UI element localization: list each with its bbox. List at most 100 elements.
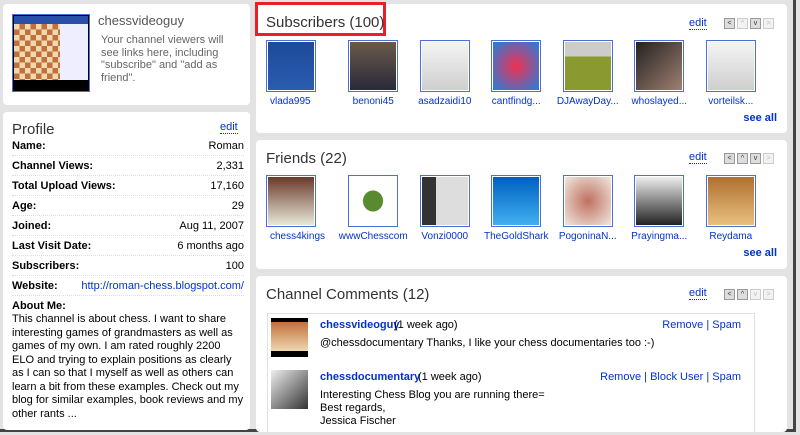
user-name-link[interactable]: cantfindg... — [492, 96, 541, 107]
friends-item[interactable]: PogoninaN... — [552, 175, 624, 242]
profile-edit-link[interactable]: edit — [220, 122, 238, 134]
profile-row-value: Aug 11, 2007 — [179, 219, 244, 232]
user-name-link[interactable]: wwwChesscom — [339, 231, 408, 242]
comments-nav: < ^ v > — [724, 289, 774, 300]
friends-edit-link[interactable]: edit — [689, 152, 707, 164]
down-icon[interactable]: v — [750, 18, 761, 29]
user-avatar[interactable] — [491, 40, 542, 92]
profile-row: Website: http://roman-chess.blogspot.com/ — [12, 276, 244, 296]
up-icon[interactable]: ^ — [737, 289, 748, 300]
profile-row-value: 2,331 — [216, 159, 244, 172]
user-avatar[interactable] — [266, 175, 316, 227]
prev-icon[interactable]: < — [724, 18, 735, 29]
friends-item[interactable]: Vonzi0000 — [409, 175, 481, 242]
comment-spam-link[interactable]: Spam — [712, 371, 741, 383]
subscribers-edit-link[interactable]: edit — [689, 18, 707, 30]
friends-item[interactable]: Reydama — [695, 175, 767, 242]
up-icon[interactable]: ^ — [737, 18, 748, 29]
profile-row: Channel Views: 2,331 — [12, 156, 244, 176]
friends-title: Friends (22) — [266, 150, 347, 167]
user-avatar[interactable] — [491, 175, 542, 227]
next-icon[interactable]: > — [763, 289, 774, 300]
about-text: This channel is about chess. I want to s… — [12, 313, 244, 420]
profile-row: Name: Roman — [12, 136, 244, 156]
profile-row-label: Subscribers: — [12, 259, 80, 272]
comments-title: Channel Comments (12) — [266, 286, 430, 303]
user-name-link[interactable]: whoslayed... — [631, 96, 687, 107]
user-avatar[interactable] — [419, 40, 470, 92]
user-name-link[interactable]: DJAwayDay... — [557, 96, 619, 107]
profile-row: Total Upload Views: 17,160 — [12, 176, 244, 196]
comment-avatar[interactable] — [271, 318, 308, 357]
subscribers-item[interactable]: vorteilsk... — [695, 40, 767, 107]
up-icon[interactable]: ^ — [737, 153, 748, 164]
channel-info-text: Your channel viewers will see links here… — [101, 34, 224, 84]
user-name-link[interactable]: benoni45 — [353, 96, 394, 107]
user-name-link[interactable]: TheGoldShark — [484, 231, 548, 242]
subscribers-nav: < ^ v > — [724, 18, 774, 29]
friends-box: Friends (22) edit < ^ v > chess4kings wwwChe… — [256, 140, 787, 269]
user-name-link[interactable]: chess4kings — [266, 231, 325, 242]
comment-time: (1 week ago) — [394, 319, 458, 331]
profile-row-value: 17,160 — [210, 179, 244, 192]
user-name-link[interactable]: asadzaidi10 — [418, 96, 471, 107]
channel-name: chessvideoguy — [98, 13, 184, 28]
user-name-link[interactable]: Vonzi0000 — [421, 231, 468, 242]
channel-avatar[interactable] — [12, 14, 90, 92]
user-avatar[interactable] — [348, 40, 399, 92]
profile-row-label: Total Upload Views: — [12, 179, 116, 192]
down-icon[interactable]: v — [750, 153, 761, 164]
comment-avatar[interactable] — [271, 370, 308, 409]
comment-actions: Remove | Spam — [662, 319, 741, 331]
user-name-link[interactable]: Reydama — [709, 231, 752, 242]
comment-spam-link[interactable]: Spam — [712, 319, 741, 331]
friends-item[interactable]: chess4kings — [266, 175, 338, 242]
subscribers-item[interactable]: whoslayed... — [624, 40, 696, 107]
subscribers-item[interactable]: vlada995 — [266, 40, 338, 107]
user-avatar[interactable] — [348, 175, 399, 227]
next-icon[interactable]: > — [763, 18, 774, 29]
user-avatar[interactable] — [705, 40, 756, 92]
subscribers-item[interactable]: benoni45 — [338, 40, 410, 107]
friends-item[interactable]: TheGoldShark — [481, 175, 553, 242]
friends-see-all[interactable]: see all — [743, 247, 777, 259]
friends-item[interactable]: Prayingma... — [624, 175, 696, 242]
user-name-link[interactable]: vlada995 — [266, 96, 311, 107]
subscribers-item[interactable]: cantfindg... — [481, 40, 553, 107]
friends-item[interactable]: wwwChesscom — [338, 175, 410, 242]
prev-icon[interactable]: < — [724, 153, 735, 164]
user-name-link[interactable]: PogoninaN... — [559, 231, 617, 242]
user-name-link[interactable]: vorteilsk... — [708, 96, 753, 107]
profile-row-value: Roman — [208, 139, 244, 152]
friends-list: chess4kings wwwChesscom Vonzi0000 TheGoldSh… — [266, 175, 767, 242]
comment-block-user-link[interactable]: Block User — [650, 371, 703, 383]
user-avatar[interactable] — [419, 175, 470, 227]
comment-remove-link[interactable]: Remove — [662, 319, 703, 331]
comment-actions: Remove | Block User | Spam — [600, 371, 741, 383]
subscribers-see-all[interactable]: see all — [743, 112, 777, 124]
profile-row: Joined: Aug 11, 2007 — [12, 216, 244, 236]
subscribers-item[interactable]: asadzaidi10 — [409, 40, 481, 107]
comment-author-link[interactable]: chessdocumentary — [320, 371, 420, 383]
down-icon[interactable]: v — [750, 289, 761, 300]
prev-icon[interactable]: < — [724, 289, 735, 300]
profile-row: Subscribers: 100 — [12, 256, 244, 276]
comment-text: Interesting Chess Blog you are running t… — [320, 389, 545, 427]
comments-edit-link[interactable]: edit — [689, 288, 707, 300]
website-link[interactable]: http://roman-chess.blogspot.com/ — [81, 280, 244, 292]
user-avatar[interactable] — [266, 40, 316, 92]
profile-row-value: 29 — [231, 199, 244, 212]
profile-row-label: Website: — [12, 279, 58, 292]
comment-remove-link[interactable]: Remove — [600, 371, 641, 383]
user-avatar[interactable] — [562, 175, 613, 227]
profile-box: Profile edit Name: Roman Channel Views: 2,3… — [3, 112, 250, 430]
user-avatar[interactable] — [634, 175, 685, 227]
subscribers-item[interactable]: DJAwayDay... — [552, 40, 624, 107]
comment-author-link[interactable]: chessvideoguy — [320, 319, 399, 331]
user-avatar[interactable] — [705, 175, 756, 227]
comments-box: Channel Comments (12) edit < ^ v > chessvid… — [256, 276, 787, 433]
user-avatar[interactable] — [562, 40, 613, 92]
next-icon[interactable]: > — [763, 153, 774, 164]
user-name-link[interactable]: Prayingma... — [631, 231, 687, 242]
user-avatar[interactable] — [634, 40, 685, 92]
